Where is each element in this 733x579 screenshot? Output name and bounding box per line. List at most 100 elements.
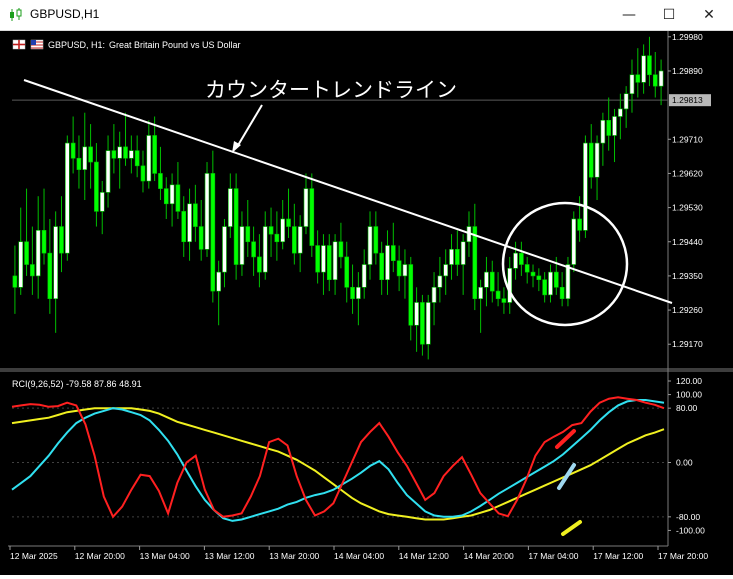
price-chart[interactable]: 1.29980 1.29890 1.29710 1.29620 1.29530 1.294… <box>0 31 733 575</box>
candle <box>94 161 99 212</box>
candle <box>286 218 291 227</box>
candle <box>76 157 82 170</box>
candle <box>583 142 588 231</box>
close-icon: ✕ <box>703 7 715 23</box>
candle <box>175 184 181 212</box>
candle <box>402 264 408 277</box>
candle <box>367 226 373 265</box>
chart-header: GBPUSD, H1: Great Britain Pound vs US Do… <box>12 39 241 50</box>
candle <box>140 165 146 182</box>
candle <box>280 218 285 243</box>
chart-area[interactable]: 1.29980 1.29890 1.29710 1.29620 1.29530 1.294… <box>0 31 733 575</box>
candle <box>53 226 58 299</box>
indicator-tick-label: 100.00 <box>676 390 702 400</box>
candle <box>169 184 175 205</box>
price-tick-label: 1.29890 <box>672 66 703 76</box>
symbol-description: Great Britain Pound vs US Dollar <box>109 40 241 50</box>
indicator-tick-label: 0.00 <box>676 458 693 468</box>
time-tick-label: 14 Mar 12:00 <box>399 551 449 561</box>
candle <box>88 146 93 163</box>
candle <box>478 286 483 299</box>
candle <box>321 245 326 273</box>
time-tick-label: 17 Mar 04:00 <box>528 551 578 561</box>
candle <box>251 241 256 258</box>
maximize-icon: ☐ <box>662 7 676 23</box>
time-tick-label: 14 Mar 20:00 <box>464 551 514 561</box>
price-tick-label: 1.29980 <box>672 32 703 42</box>
candle <box>268 226 274 235</box>
indicator-tick-label: 80.00 <box>676 403 698 413</box>
price-tick-label: 1.29350 <box>672 271 703 281</box>
minimize-button[interactable]: — <box>612 3 646 27</box>
candle <box>117 146 122 159</box>
candle <box>12 275 18 288</box>
candle <box>198 226 204 250</box>
candle <box>594 142 600 178</box>
candle <box>216 271 221 292</box>
candle <box>460 241 466 265</box>
candle <box>41 230 47 254</box>
chart-background <box>0 31 733 575</box>
candle <box>70 142 76 159</box>
candle <box>315 245 320 273</box>
candle <box>187 203 192 243</box>
maximize-button[interactable]: ☐ <box>652 3 686 27</box>
candle <box>600 119 606 144</box>
candle <box>163 188 169 205</box>
candle <box>338 241 344 258</box>
candle <box>455 249 460 265</box>
time-tick-label: 13 Mar 04:00 <box>140 551 190 561</box>
candle <box>262 226 268 273</box>
candle <box>559 286 565 299</box>
current-price-label: 1.29813 <box>672 95 703 105</box>
candle <box>193 203 198 227</box>
candle-chart-icon <box>10 8 22 21</box>
candle <box>146 135 152 182</box>
candle <box>501 298 507 303</box>
window-title: GBPUSD,H1 <box>30 7 100 21</box>
candle <box>309 188 315 246</box>
candle <box>554 271 559 288</box>
time-tick-label: 14 Mar 04:00 <box>334 551 384 561</box>
minimize-icon: — <box>622 7 636 23</box>
candle <box>536 275 542 281</box>
candle <box>47 252 53 299</box>
candle <box>233 188 239 265</box>
candle <box>350 286 355 299</box>
candle <box>24 241 29 265</box>
candle <box>507 268 513 303</box>
candle <box>105 150 111 193</box>
candle <box>385 245 390 281</box>
flag-us-icon-canton <box>31 40 36 45</box>
candle <box>414 302 419 326</box>
candle <box>489 271 495 292</box>
indicator-label: RCI(9,26,52) -79.58 87.86 48.91 <box>12 379 142 389</box>
candle <box>129 150 134 159</box>
price-tick-label: 1.29530 <box>672 203 703 213</box>
candle <box>361 264 367 288</box>
candle <box>606 119 611 136</box>
price-tick-label: 1.29620 <box>672 168 703 178</box>
candle <box>635 74 641 83</box>
title-bar[interactable]: GBPUSD,H1 — ☐ ✕ <box>0 0 733 31</box>
candle <box>274 233 280 243</box>
candle <box>524 264 530 273</box>
candle <box>123 146 128 159</box>
price-tick-label: 1.29440 <box>672 237 703 247</box>
symbol-label: GBPUSD, H1: <box>48 40 105 50</box>
candle <box>437 275 443 288</box>
candle <box>618 108 623 117</box>
candle <box>425 302 431 345</box>
annotation-text: カウンタートレンドライン <box>205 79 457 102</box>
close-button[interactable]: ✕ <box>692 3 726 27</box>
candle <box>519 252 524 265</box>
candle <box>181 211 187 243</box>
price-tick-label: 1.29260 <box>672 305 703 315</box>
candle <box>35 230 41 277</box>
candle <box>391 245 396 262</box>
candle <box>548 271 553 296</box>
candle <box>652 74 658 87</box>
candle <box>59 226 64 254</box>
candle <box>152 135 157 174</box>
chart-window: GBPUSD,H1 — ☐ ✕ 1.29980 1.29890 1.29710 1.2… <box>0 0 733 575</box>
